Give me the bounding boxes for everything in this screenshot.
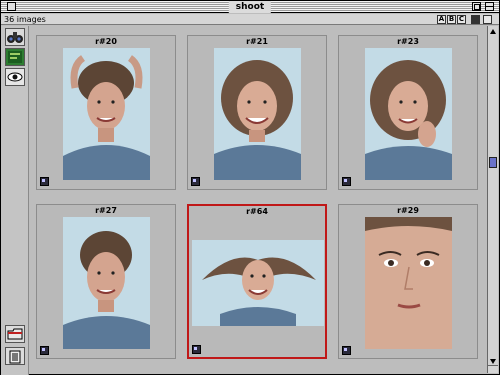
view-c-button[interactable]: C bbox=[457, 15, 466, 24]
scroll-up-arrow-icon[interactable] bbox=[489, 28, 497, 36]
image-cell[interactable]: r#29 bbox=[338, 204, 478, 359]
view-a-button[interactable]: A bbox=[437, 15, 446, 24]
scroll-thumb[interactable] bbox=[489, 157, 497, 168]
eye-icon[interactable] bbox=[5, 68, 25, 86]
photo-thumbnail[interactable] bbox=[192, 240, 324, 326]
left-toolbar bbox=[1, 26, 29, 375]
vertical-scrollbar[interactable] bbox=[487, 26, 498, 367]
trash-icon[interactable] bbox=[5, 347, 25, 365]
view-b-button[interactable]: B bbox=[447, 15, 456, 24]
zoom-box[interactable] bbox=[472, 2, 481, 11]
image-label: r#21 bbox=[246, 37, 268, 46]
file-type-icon bbox=[191, 177, 200, 186]
file-type-icon bbox=[342, 346, 351, 355]
image-cell[interactable]: r#23 bbox=[338, 35, 478, 190]
file-type-icon bbox=[40, 346, 49, 355]
photo-thumbnail[interactable] bbox=[63, 217, 150, 349]
edit-icon[interactable] bbox=[5, 48, 25, 66]
image-cell[interactable]: r#27 bbox=[36, 204, 176, 359]
photo-thumbnail[interactable] bbox=[365, 48, 452, 180]
image-label: r#29 bbox=[397, 206, 419, 215]
image-grid: r#20 r#21 r#23 r#27 r#64 r#29 bbox=[30, 26, 488, 367]
photo-thumbnail[interactable] bbox=[365, 217, 452, 349]
file-type-icon bbox=[40, 177, 49, 186]
photo-thumbnail[interactable] bbox=[214, 48, 301, 180]
photo-thumbnail[interactable] bbox=[63, 48, 150, 180]
window-title: shoot bbox=[228, 1, 272, 13]
file-type-icon bbox=[192, 345, 201, 354]
file-type-icon bbox=[342, 177, 351, 186]
image-label: r#23 bbox=[397, 37, 419, 46]
collapse-box[interactable] bbox=[485, 2, 494, 11]
close-box[interactable] bbox=[7, 2, 16, 11]
image-label: r#27 bbox=[95, 206, 117, 215]
scroll-down-arrow-icon[interactable] bbox=[489, 357, 497, 365]
resize-handle[interactable] bbox=[487, 365, 498, 373]
image-cell[interactable]: r#20 bbox=[36, 35, 176, 190]
image-count: 36 images bbox=[4, 15, 46, 24]
image-label: r#20 bbox=[95, 37, 117, 46]
finder-window: shoot 36 images A B C r#20 r#21 r#23 r#2… bbox=[0, 0, 500, 375]
folder-icon[interactable] bbox=[5, 325, 25, 343]
status-bar: 36 images A B C bbox=[1, 14, 499, 25]
image-cell[interactable]: r#21 bbox=[187, 35, 327, 190]
image-cell-selected[interactable]: r#64 bbox=[187, 204, 327, 359]
binoculars-icon[interactable] bbox=[5, 28, 25, 46]
title-bar[interactable]: shoot bbox=[1, 1, 499, 13]
grid-view-button[interactable] bbox=[483, 15, 492, 24]
image-label: r#64 bbox=[246, 207, 268, 216]
list-view-button[interactable] bbox=[471, 15, 480, 24]
